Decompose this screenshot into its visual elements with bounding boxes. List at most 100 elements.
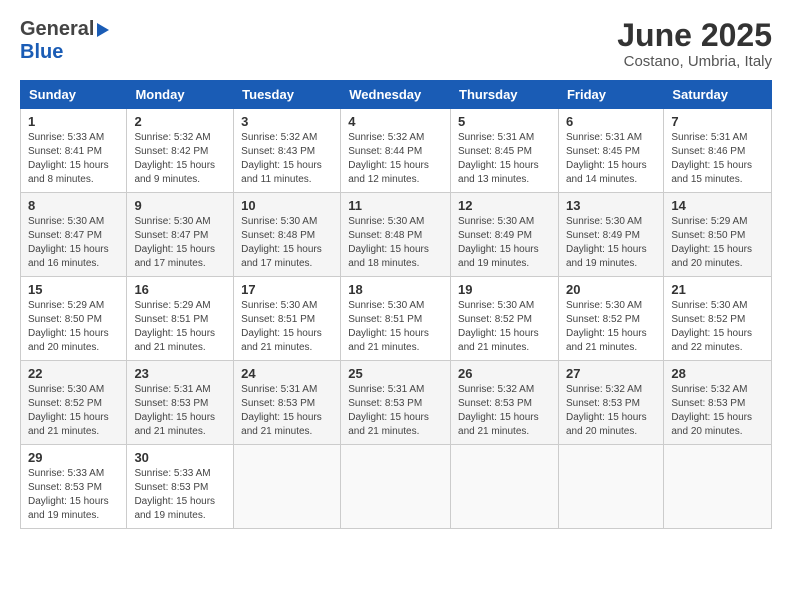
calendar-cell: 20Sunrise: 5:30 AM Sunset: 8:52 PM Dayli… <box>558 277 663 361</box>
calendar-cell: 18 Sunrise: 5:30 AM Sunset: 8:51 PM Dayli… <box>341 277 451 361</box>
day-number: 6 <box>566 114 656 129</box>
day-number: 5 <box>458 114 551 129</box>
col-header-wednesday: Wednesday <box>341 81 451 109</box>
calendar-cell: 27 Sunrise: 5:32 AM Sunset: 8:53 PM Dayli… <box>558 361 663 445</box>
day-info: Sunrise: 5:31 AM Sunset: 8:53 PM Dayligh… <box>134 383 226 439</box>
week-row-2: 8 Sunrise: 5:30 AM Sunset: 8:47 PM Daylig… <box>21 193 772 277</box>
day-info: Sunrise: 5:32 AM Sunset: 8:44 PM Dayligh… <box>348 131 443 187</box>
calendar-cell: 26 Sunrise: 5:32 AM Sunset: 8:53 PM Dayli… <box>451 361 559 445</box>
calendar-cell: 6 Sunrise: 5:31 AM Sunset: 8:45 PM Daylig… <box>558 109 663 193</box>
day-number: 9 <box>134 198 226 213</box>
day-number: 16 <box>134 282 226 297</box>
calendar-subtitle: Costano, Umbria, Italy <box>617 53 772 70</box>
day-info: Sunrise: 5:32 AM Sunset: 8:53 PM Dayligh… <box>671 383 764 439</box>
calendar-cell: 15Sunrise: 5:29 AM Sunset: 8:50 PM Dayli… <box>21 277 127 361</box>
day-number: 27 <box>566 366 656 381</box>
day-number: 3 <box>241 114 333 129</box>
day-number: 2 <box>134 114 226 129</box>
day-info: Sunrise: 5:29 AM Sunset: 8:50 PM Dayligh… <box>671 215 764 271</box>
day-number: 18 <box>348 282 443 297</box>
day-number: 12 <box>458 198 551 213</box>
day-info: Sunrise: 5:33 AM Sunset: 8:41 PM Dayligh… <box>28 131 119 187</box>
title-area: June 2025 Costano, Umbria, Italy <box>617 18 772 70</box>
calendar-cell <box>341 445 451 529</box>
day-number: 29 <box>28 450 119 465</box>
day-number: 19 <box>458 282 551 297</box>
calendar-cell: 24Sunrise: 5:31 AM Sunset: 8:53 PM Dayli… <box>234 361 341 445</box>
day-number: 14 <box>671 198 764 213</box>
day-number: 8 <box>28 198 119 213</box>
calendar-cell: 19 Sunrise: 5:30 AM Sunset: 8:52 PM Dayli… <box>451 277 559 361</box>
calendar-cell: 21 Sunrise: 5:30 AM Sunset: 8:52 PM Dayli… <box>664 277 772 361</box>
day-info: Sunrise: 5:30 AM Sunset: 8:52 PM Dayligh… <box>28 383 119 439</box>
calendar-cell: 17Sunrise: 5:30 AM Sunset: 8:51 PM Dayli… <box>234 277 341 361</box>
logo-blue: Blue <box>20 41 109 64</box>
day-number: 13 <box>566 198 656 213</box>
day-number: 21 <box>671 282 764 297</box>
day-info: Sunrise: 5:30 AM Sunset: 8:47 PM Dayligh… <box>134 215 226 271</box>
header: General Blue June 2025 Costano, Umbria, … <box>20 18 772 70</box>
calendar-cell: 3 Sunrise: 5:32 AM Sunset: 8:43 PM Daylig… <box>234 109 341 193</box>
day-info: Sunrise: 5:33 AM Sunset: 8:53 PM Dayligh… <box>28 467 119 523</box>
day-number: 7 <box>671 114 764 129</box>
day-info: Sunrise: 5:31 AM Sunset: 8:46 PM Dayligh… <box>671 131 764 187</box>
calendar-cell: 29 Sunrise: 5:33 AM Sunset: 8:53 PM Dayli… <box>21 445 127 529</box>
logo-brand: General <box>20 18 109 41</box>
col-header-saturday: Saturday <box>664 81 772 109</box>
calendar-cell: 5 Sunrise: 5:31 AM Sunset: 8:45 PM Daylig… <box>451 109 559 193</box>
day-info: Sunrise: 5:32 AM Sunset: 8:53 PM Dayligh… <box>566 383 656 439</box>
calendar-cell <box>558 445 663 529</box>
calendar-cell: 12 Sunrise: 5:30 AM Sunset: 8:49 PM Dayli… <box>451 193 559 277</box>
calendar-cell: 25Sunrise: 5:31 AM Sunset: 8:53 PM Dayli… <box>341 361 451 445</box>
calendar-cell: 8 Sunrise: 5:30 AM Sunset: 8:47 PM Daylig… <box>21 193 127 277</box>
calendar-cell: 23 Sunrise: 5:31 AM Sunset: 8:53 PM Dayli… <box>127 361 234 445</box>
day-info: Sunrise: 5:30 AM Sunset: 8:51 PM Dayligh… <box>348 299 443 355</box>
col-header-sunday: Sunday <box>21 81 127 109</box>
day-info: Sunrise: 5:31 AM Sunset: 8:53 PM Dayligh… <box>241 383 333 439</box>
day-info: Sunrise: 5:32 AM Sunset: 8:53 PM Dayligh… <box>458 383 551 439</box>
day-number: 10 <box>241 198 333 213</box>
calendar-cell: 28 Sunrise: 5:32 AM Sunset: 8:53 PM Dayli… <box>664 361 772 445</box>
calendar-cell: 7 Sunrise: 5:31 AM Sunset: 8:46 PM Daylig… <box>664 109 772 193</box>
day-number: 30 <box>134 450 226 465</box>
week-row-4: 22 Sunrise: 5:30 AM Sunset: 8:52 PM Dayli… <box>21 361 772 445</box>
col-header-monday: Monday <box>127 81 234 109</box>
col-header-thursday: Thursday <box>451 81 559 109</box>
day-number: 26 <box>458 366 551 381</box>
day-info: Sunrise: 5:31 AM Sunset: 8:45 PM Dayligh… <box>566 131 656 187</box>
calendar-cell: 10Sunrise: 5:30 AM Sunset: 8:48 PM Dayli… <box>234 193 341 277</box>
day-info: Sunrise: 5:30 AM Sunset: 8:52 PM Dayligh… <box>566 299 656 355</box>
day-info: Sunrise: 5:33 AM Sunset: 8:53 PM Dayligh… <box>134 467 226 523</box>
day-info: Sunrise: 5:32 AM Sunset: 8:43 PM Dayligh… <box>241 131 333 187</box>
calendar-table: SundayMondayTuesdayWednesdayThursdayFrid… <box>20 80 772 529</box>
calendar-cell <box>664 445 772 529</box>
day-number: 1 <box>28 114 119 129</box>
calendar-cell: 16Sunrise: 5:29 AM Sunset: 8:51 PM Dayli… <box>127 277 234 361</box>
logo-arrow-icon <box>97 23 109 37</box>
logo: General Blue <box>20 18 109 64</box>
day-info: Sunrise: 5:31 AM Sunset: 8:45 PM Dayligh… <box>458 131 551 187</box>
day-number: 4 <box>348 114 443 129</box>
week-row-1: 1 Sunrise: 5:33 AM Sunset: 8:41 PM Daylig… <box>21 109 772 193</box>
day-number: 22 <box>28 366 119 381</box>
header-row: SundayMondayTuesdayWednesdayThursdayFrid… <box>21 81 772 109</box>
calendar-cell <box>234 445 341 529</box>
day-info: Sunrise: 5:30 AM Sunset: 8:49 PM Dayligh… <box>458 215 551 271</box>
day-info: Sunrise: 5:30 AM Sunset: 8:47 PM Dayligh… <box>28 215 119 271</box>
calendar-cell <box>451 445 559 529</box>
calendar-title: June 2025 <box>617 18 772 53</box>
day-number: 28 <box>671 366 764 381</box>
day-info: Sunrise: 5:30 AM Sunset: 8:52 PM Dayligh… <box>458 299 551 355</box>
day-info: Sunrise: 5:30 AM Sunset: 8:48 PM Dayligh… <box>348 215 443 271</box>
day-number: 25 <box>348 366 443 381</box>
calendar-cell: 1 Sunrise: 5:33 AM Sunset: 8:41 PM Daylig… <box>21 109 127 193</box>
col-header-tuesday: Tuesday <box>234 81 341 109</box>
day-number: 23 <box>134 366 226 381</box>
day-info: Sunrise: 5:30 AM Sunset: 8:52 PM Dayligh… <box>671 299 764 355</box>
calendar-cell: 22 Sunrise: 5:30 AM Sunset: 8:52 PM Dayli… <box>21 361 127 445</box>
day-number: 15 <box>28 282 119 297</box>
calendar-cell: 9 Sunrise: 5:30 AM Sunset: 8:47 PM Daylig… <box>127 193 234 277</box>
calendar-cell: 4 Sunrise: 5:32 AM Sunset: 8:44 PM Daylig… <box>341 109 451 193</box>
day-info: Sunrise: 5:30 AM Sunset: 8:49 PM Dayligh… <box>566 215 656 271</box>
calendar-cell: 30 Sunrise: 5:33 AM Sunset: 8:53 PM Dayli… <box>127 445 234 529</box>
